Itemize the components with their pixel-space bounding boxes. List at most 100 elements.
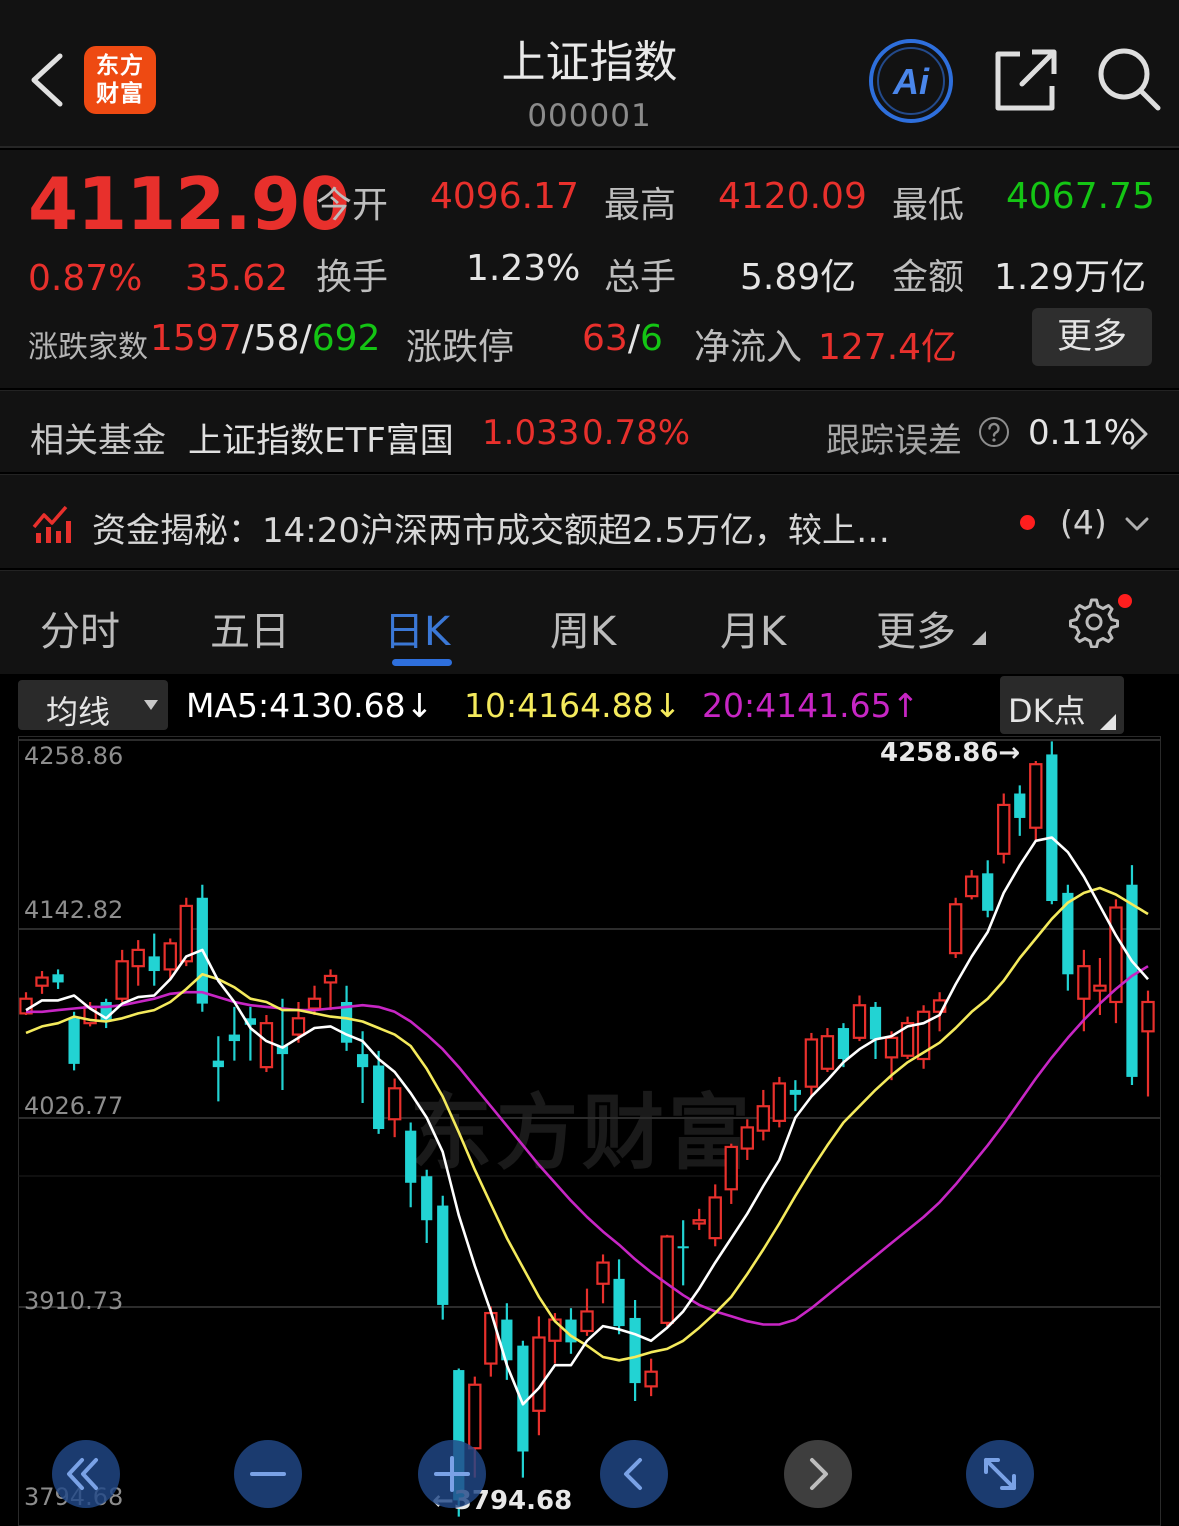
candle-body-up — [580, 1310, 594, 1333]
high-label: 最高 — [604, 185, 677, 226]
candle-body-up — [772, 1082, 787, 1122]
candle-body-down — [869, 1006, 882, 1040]
zoom-out-button[interactable] — [234, 1440, 302, 1508]
inflow-label: 净流入 — [694, 327, 803, 368]
ma10-value: 10:4164.88↓ — [464, 686, 682, 725]
news-headline[interactable]: 资金揭秘：14:20沪深两市成交额超2.5万亿，较上… — [92, 503, 890, 552]
ai-assistant-icon[interactable]: Ai — [868, 38, 954, 124]
minus-icon — [250, 1472, 286, 1476]
chevron-right-icon — [810, 1458, 828, 1490]
y-tick-label: 4026.77 — [24, 1092, 124, 1120]
help-icon[interactable] — [978, 416, 1010, 448]
previous-button[interactable] — [600, 1440, 668, 1508]
plus-icon — [434, 1456, 470, 1492]
double-chevron-left-icon — [67, 1458, 98, 1490]
candle-body-up — [163, 942, 177, 971]
tracking-error-label: 跟踪误差 — [826, 421, 962, 461]
limit-up: 63 — [582, 318, 628, 359]
low-label: 最低 — [892, 185, 965, 226]
amount-value: 1.29万亿 — [994, 257, 1147, 298]
fullscreen-button[interactable] — [966, 1440, 1034, 1508]
candle-body-down — [677, 1246, 689, 1249]
candle-body-up — [259, 1022, 274, 1069]
fast-back-button[interactable] — [52, 1440, 120, 1508]
search-icon[interactable] — [1096, 46, 1162, 112]
candle-body-down — [228, 1034, 240, 1042]
candle-body-up — [387, 1087, 402, 1121]
candle-body-up — [948, 903, 963, 955]
limit-label: 涨跌停 — [406, 327, 515, 368]
candle-body-up — [1029, 763, 1043, 829]
open-label: 今开 — [316, 185, 389, 226]
last-price: 4112.90 — [28, 162, 350, 246]
news-count: (4) — [1060, 503, 1107, 542]
tab-more[interactable]: 更多 — [876, 599, 956, 657]
ma20-line — [26, 965, 1149, 1326]
kline-chart[interactable]: 4258.86 4142.82 4026.77 3910.73 3794.68 … — [18, 736, 1161, 1526]
dk-caret-icon — [1100, 714, 1116, 730]
breadth-label: 涨跌家数 — [28, 330, 148, 365]
candle-body-down — [837, 1028, 850, 1059]
candle-body-down — [613, 1278, 625, 1327]
high-value: 4120.09 — [718, 176, 867, 217]
candle-body-up — [644, 1370, 658, 1388]
trend-chart-icon — [32, 505, 71, 543]
market-breadth: 1597/58/692 — [150, 318, 381, 359]
moving-average-bar: 均线 MA5:4130.68↓ 10:4164.88↓ 20:4141.65↑ … — [0, 676, 1179, 734]
volume-label: 总手 — [604, 257, 677, 298]
quote-panel: 4112.90 0.87% 35.62 今开 4096.17 最高 4120.0… — [0, 150, 1179, 388]
unread-dot — [1020, 515, 1035, 530]
limit-down: 6 — [639, 318, 663, 359]
candle-body-down — [68, 1018, 80, 1064]
kline-plot[interactable] — [18, 736, 1161, 1526]
candle-body-up — [323, 974, 338, 984]
candle-body-down — [212, 1060, 224, 1068]
related-fund-row[interactable]: 相关基金 上证指数ETF富国 1.033 0.78% 跟踪误差 0.11% — [0, 390, 1179, 472]
tab-monthly-k[interactable]: 月K — [720, 599, 786, 657]
candle-body-up — [1093, 984, 1107, 992]
candle-body-down — [1046, 754, 1058, 902]
candle-body-up — [724, 1145, 738, 1191]
candle-body-down — [405, 1130, 417, 1183]
ai-icon-label: Ai — [892, 61, 930, 102]
plot-frame — [18, 736, 1161, 1526]
candle-body-up — [468, 1383, 482, 1450]
ma-type-select[interactable]: 均线 — [18, 680, 168, 731]
candle-body-up — [997, 803, 1011, 855]
candle-body-down — [148, 956, 160, 972]
chevron-down-icon[interactable] — [1124, 515, 1150, 533]
settings-notification-dot — [1118, 594, 1132, 608]
tab-intraday[interactable]: 分时 — [40, 599, 120, 657]
settings-gear-icon[interactable] — [1068, 596, 1120, 648]
candle-body-up — [964, 875, 979, 898]
change-percent: 0.87% — [28, 258, 143, 299]
tab-daily-k[interactable]: 日K — [384, 599, 450, 657]
quote-more-button[interactable]: 更多 — [1032, 308, 1152, 366]
candle-body-down — [52, 974, 64, 983]
tab-five-day[interactable]: 五日 — [210, 599, 290, 657]
expand-icon — [984, 1458, 1016, 1490]
max-price-annotation: 4258.86→ — [880, 738, 1021, 768]
dk-point-button[interactable]: DK点 — [1000, 676, 1124, 734]
share-icon[interactable] — [994, 46, 1058, 112]
tab-more-caret-icon — [972, 631, 986, 645]
candle-body-up — [852, 1004, 867, 1039]
chevron-right-icon — [1130, 418, 1148, 450]
candle-body-up — [307, 997, 322, 1010]
capital-news-row[interactable]: 资金揭秘：14:20沪深两市成交额超2.5万亿，较上… (4) — [0, 474, 1179, 568]
tab-weekly-k[interactable]: 周K — [550, 599, 616, 657]
next-button[interactable] — [784, 1440, 852, 1508]
candle-body-down — [437, 1205, 449, 1305]
candle-body-up — [804, 1038, 819, 1088]
zoom-in-button[interactable] — [418, 1440, 486, 1508]
low-value: 4067.75 — [1006, 176, 1155, 217]
y-tick-label: 3910.73 — [24, 1287, 124, 1315]
breadth-down: 692 — [311, 318, 381, 359]
breadth-up: 1597 — [150, 318, 242, 359]
tracking-error-value: 0.11% — [1028, 413, 1137, 453]
dk-label: DK点 — [1008, 692, 1086, 730]
chart-period-tabs: 分时 五日 日K 周K 月K 更多 — [0, 570, 1179, 674]
inflow-value: 127.4亿 — [818, 327, 958, 368]
volume-value: 5.89亿 — [740, 257, 857, 298]
candle-body-down — [629, 1317, 641, 1384]
